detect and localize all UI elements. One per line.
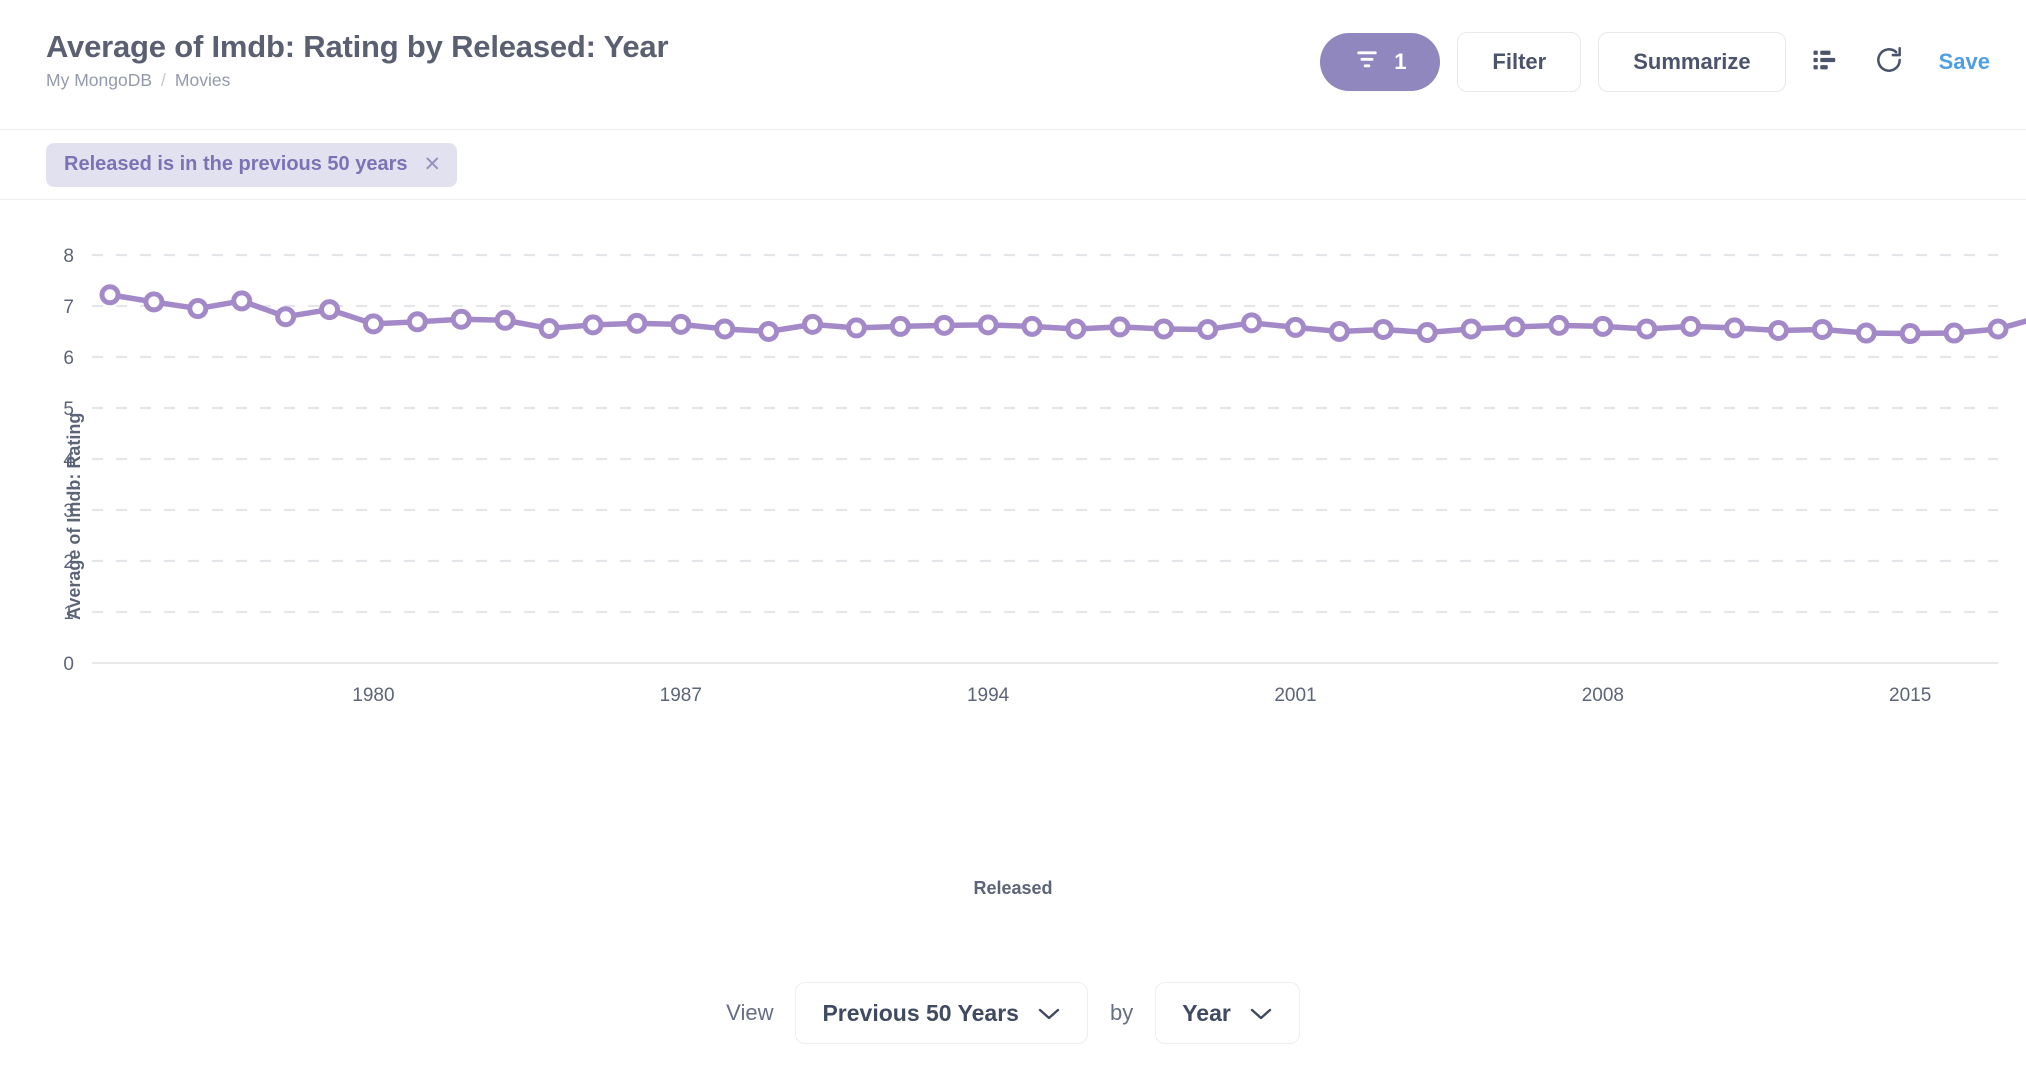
filter-button[interactable]: Filter xyxy=(1457,32,1582,92)
summarize-button[interactable]: Summarize xyxy=(1598,32,1786,92)
data-point[interactable] xyxy=(406,311,428,333)
data-point[interactable] xyxy=(977,314,999,336)
data-point[interactable] xyxy=(1855,322,1877,344)
filter-count: 1 xyxy=(1394,49,1407,74)
data-point[interactable] xyxy=(1197,318,1219,340)
title-block: Average of Imdb: Rating by Released: Yea… xyxy=(46,24,669,91)
filter-chip-label: Released is in the previous 50 years xyxy=(64,153,408,175)
data-point[interactable] xyxy=(231,290,253,312)
y-tick-label: 7 xyxy=(63,297,74,318)
data-point[interactable] xyxy=(1021,315,1043,337)
data-point[interactable] xyxy=(933,314,955,336)
data-point[interactable] xyxy=(1372,318,1394,340)
data-point[interactable] xyxy=(362,313,384,335)
data-point[interactable] xyxy=(1504,316,1526,338)
save-button[interactable]: Save xyxy=(1939,49,1990,75)
data-point[interactable] xyxy=(494,309,516,331)
y-tick-label: 6 xyxy=(63,348,74,369)
data-point[interactable] xyxy=(758,321,780,342)
data-point[interactable] xyxy=(275,306,297,328)
data-point[interactable] xyxy=(1767,319,1789,341)
x-tick-label: 1987 xyxy=(660,685,702,706)
chevron-down-icon xyxy=(1249,1000,1273,1027)
breadcrumb-database[interactable]: My MongoDB xyxy=(46,70,152,91)
data-point[interactable] xyxy=(143,291,165,313)
view-label: View xyxy=(726,1000,774,1025)
data-point[interactable] xyxy=(187,298,209,320)
y-tick-label: 0 xyxy=(63,654,74,675)
filter-count-pill[interactable]: 1 xyxy=(1320,33,1441,91)
header-actions: 1 Filter Summarize Save xyxy=(1320,24,1996,92)
refresh-icon xyxy=(1873,44,1905,81)
data-point[interactable] xyxy=(714,318,736,340)
data-point[interactable] xyxy=(1987,318,2009,340)
data-point[interactable] xyxy=(1943,322,1965,344)
data-point[interactable] xyxy=(1065,318,1087,340)
data-point[interactable] xyxy=(1153,318,1175,340)
funnel-icon xyxy=(1354,46,1380,78)
data-point[interactable] xyxy=(670,313,692,335)
time-range-select[interactable]: Previous 50 Years xyxy=(795,982,1088,1044)
data-point[interactable] xyxy=(1592,315,1614,337)
data-point[interactable] xyxy=(99,284,121,306)
data-point[interactable] xyxy=(626,312,648,334)
data-point[interactable] xyxy=(1416,322,1438,344)
data-point[interactable] xyxy=(1548,314,1570,336)
close-icon[interactable]: ✕ xyxy=(424,154,442,175)
filter-chip-released[interactable]: Released is in the previous 50 years ✕ xyxy=(46,142,458,187)
x-tick-label: 1980 xyxy=(352,685,394,706)
data-point[interactable] xyxy=(1899,323,1921,345)
chart-container: Average of Imdb: Rating 0 1 2 3 4 5 6 7 8 1980 198… xyxy=(0,200,2026,900)
data-point[interactable] xyxy=(1241,312,1263,334)
data-point[interactable] xyxy=(1724,317,1746,339)
data-point[interactable] xyxy=(582,314,604,336)
data-point[interactable] xyxy=(1680,315,1702,337)
data-point[interactable] xyxy=(845,317,867,339)
line-chart[interactable]: 0123456781980 1987 1994 2001 2008 2015 xyxy=(0,200,2026,900)
breadcrumb-separator: / xyxy=(161,70,166,91)
by-label: by xyxy=(1109,1000,1134,1025)
data-point[interactable] xyxy=(1636,318,1658,340)
bar-list-icon xyxy=(1811,45,1841,80)
chevron-down-icon xyxy=(1037,1000,1061,1027)
data-point[interactable] xyxy=(450,308,472,330)
visualization-button[interactable] xyxy=(1803,39,1849,85)
refresh-button[interactable] xyxy=(1866,39,1912,85)
y-tick-label: 8 xyxy=(63,246,74,267)
granularity-value: Year xyxy=(1182,999,1231,1026)
data-point[interactable] xyxy=(319,299,341,321)
data-point[interactable] xyxy=(1328,321,1350,342)
x-tick-label: 2001 xyxy=(1274,685,1316,706)
page-title: Average of Imdb: Rating by Released: Yea… xyxy=(46,29,669,64)
x-tick-label: 1994 xyxy=(967,685,1010,706)
filter-bar: Released is in the previous 50 years ✕ xyxy=(0,130,2026,200)
y-axis-title: Average of Imdb: Rating xyxy=(64,412,84,620)
time-range-value: Previous 50 Years xyxy=(822,999,1019,1026)
data-point[interactable] xyxy=(1460,318,1482,340)
data-point[interactable] xyxy=(538,317,560,339)
breadcrumb-table[interactable]: Movies xyxy=(175,70,230,91)
data-point[interactable] xyxy=(1811,318,1833,340)
x-tick-label: 2008 xyxy=(1582,685,1624,706)
x-axis-title: Released xyxy=(973,878,1053,898)
x-tick-label: 2015 xyxy=(1889,685,1931,706)
data-point[interactable] xyxy=(1284,316,1306,338)
data-point[interactable] xyxy=(1109,316,1131,338)
granularity-select[interactable]: Year xyxy=(1155,982,1300,1044)
chart-settings-footer: View Previous 50 Years by Year xyxy=(0,982,2026,1044)
data-point[interactable] xyxy=(802,313,824,335)
breadcrumb: My MongoDB / Movies xyxy=(46,70,668,91)
question-page: Average of Imdb: Rating by Released: Yea… xyxy=(0,0,2026,1092)
data-point[interactable] xyxy=(889,315,911,337)
page-header: Average of Imdb: Rating by Released: Yea… xyxy=(0,0,2026,130)
